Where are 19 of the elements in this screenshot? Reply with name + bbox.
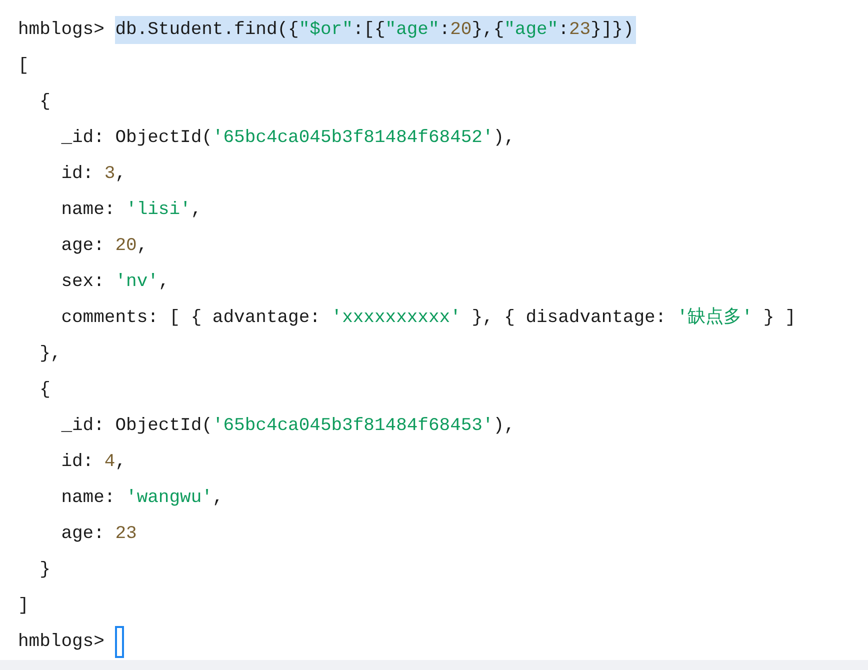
prompt-label: hmblogs>: [18, 19, 104, 42]
output-line: {: [38, 379, 50, 402]
output-line: ]: [18, 595, 29, 618]
command-text: db.Student.find({"$or":[{"age":20},{"age":23}]}): [115, 16, 636, 44]
output-line: },: [38, 343, 62, 366]
output-line: _id: ObjectId('65bc4ca045b3f81484f68453'),: [60, 415, 515, 438]
output-line: name: 'lisi',: [60, 199, 202, 222]
output-line: _id: ObjectId('65bc4ca045b3f81484f68452'),: [60, 127, 515, 150]
output-line: name: 'wangwu',: [60, 487, 224, 510]
prompt-label: hmblogs>: [18, 631, 104, 654]
output-line: [: [18, 55, 29, 78]
output-line: age: 20,: [60, 235, 148, 258]
output-line: id: 4,: [60, 451, 126, 474]
output-line: id: 3,: [60, 163, 126, 186]
output-line: comments: [ { advantage: 'xxxxxxxxxx' }, { disadvantage: '缺点多' } ]: [60, 306, 796, 330]
output-line: sex: 'nv',: [60, 271, 170, 294]
output-line: {: [38, 91, 50, 114]
output-line: }: [38, 559, 50, 582]
output-line: age: 23: [60, 523, 137, 546]
